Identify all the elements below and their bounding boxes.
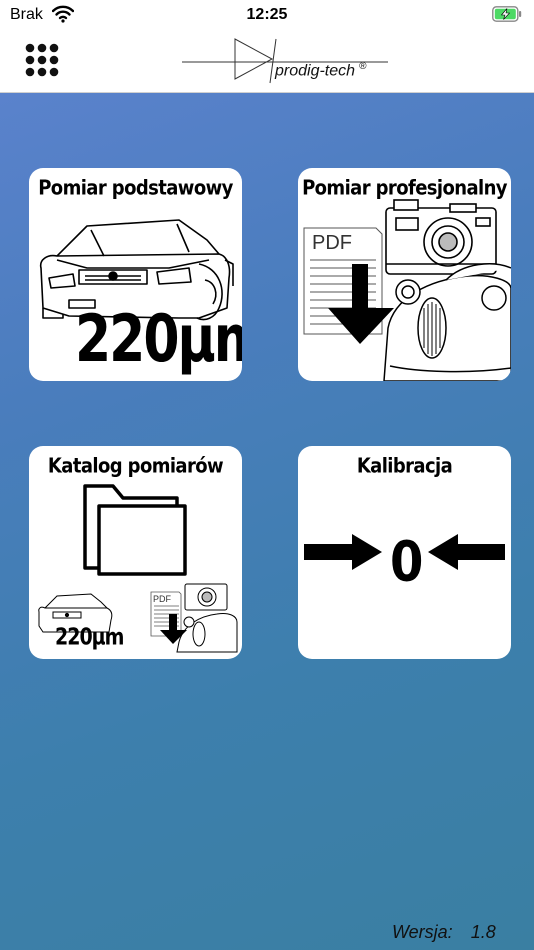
status-bar: Brak 12:25 (0, 0, 534, 30)
calibration-tile[interactable]: Kalibracja 0 (298, 446, 511, 659)
measurement-value: 220µm (75, 302, 242, 377)
tile-title: Pomiar podstawowy (38, 176, 233, 201)
version-label: Wersja: (392, 922, 453, 942)
brand-name: prodig-tech ® (275, 61, 367, 80)
basic-measurement-tile[interactable]: Pomiar podstawowy 220µm (29, 168, 242, 381)
status-time: 12:25 (246, 6, 288, 23)
pdf-label: PDF (312, 232, 352, 254)
measurement-value: 220µm (55, 624, 124, 651)
version-value: 1.8 (470, 922, 496, 942)
professional-measurement-tile[interactable]: Pomiar profesjonalny PDF (298, 168, 511, 381)
grid-dots-icon[interactable] (24, 42, 60, 78)
tile-title: Kalibracja (356, 454, 453, 479)
version-info: Wersja: 1.8 (392, 922, 496, 943)
main-area: Pomiar podstawowy 220µm (0, 93, 534, 950)
tile-title: Katalog pomiarów (47, 454, 224, 479)
calibration-zero: 0 (390, 530, 424, 595)
pdf-label: PDF (153, 594, 171, 604)
tile-title: Pomiar profesjonalny (302, 176, 507, 201)
battery-charging-icon (492, 6, 522, 22)
nav-bar: prodig-tech ® (0, 30, 534, 93)
measurement-catalog-tile[interactable]: Katalog pomiarów 220µm PDF (29, 446, 242, 659)
